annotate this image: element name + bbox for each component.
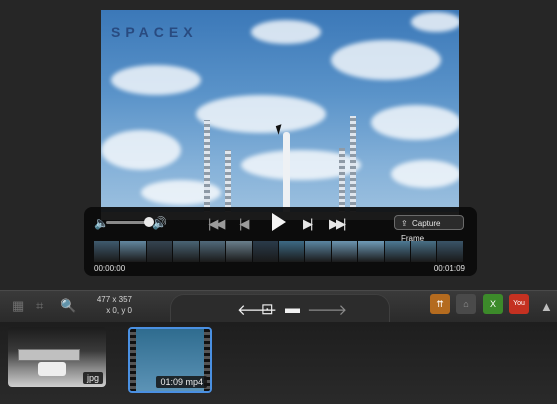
skip-to-start-icon[interactable]: |◀◀ <box>208 216 225 232</box>
volume-max-icon[interactable]: 🔊 <box>152 217 167 229</box>
time-end: 00:01:09 <box>433 264 465 273</box>
cloud <box>111 65 201 95</box>
volume-slider[interactable] <box>106 217 154 227</box>
media-library: jpg 01:09 mp4 <box>0 322 557 404</box>
cloud <box>391 160 459 188</box>
filmstrip-frame[interactable] <box>305 241 331 262</box>
cloud <box>251 20 321 44</box>
download-icon[interactable]: ⊡ <box>261 300 274 318</box>
duration-badge: 01:09 mp4 <box>156 376 207 388</box>
filmstrip-frame[interactable] <box>146 241 173 262</box>
cloud <box>101 130 181 170</box>
launch-tower <box>204 120 210 220</box>
filmstrip-frame[interactable] <box>278 241 305 262</box>
filmstrip-frame[interactable] <box>384 241 411 262</box>
station-panels <box>18 349 80 361</box>
cloud <box>196 95 326 133</box>
filmstrip[interactable] <box>94 241 463 262</box>
excel-icon[interactable]: X <box>483 294 503 314</box>
station-module <box>38 362 66 376</box>
filmstrip-frame[interactable] <box>199 241 226 262</box>
viewer-area: SPACEX 🔈 🔊 |◀◀ |◀ ▶| ▶▶| ⇪ Capture Frame … <box>0 0 557 290</box>
cloud <box>371 105 459 140</box>
playback-controls: 🔈 🔊 |◀◀ |◀ ▶| ▶▶| ⇪ Capture Frame 00:00:0… <box>84 207 477 276</box>
video-preview[interactable]: SPACEX <box>101 10 459 220</box>
filmstrip-frame[interactable] <box>252 241 278 262</box>
filmstrip-frame[interactable] <box>120 241 146 262</box>
grid-icon[interactable]: ▦ <box>12 298 24 314</box>
image-dimensions: 477 x 357 <box>96 295 132 304</box>
spacex-logo: SPACEX <box>111 24 198 40</box>
youtube-icon[interactable]: You <box>509 294 529 314</box>
library-item-video[interactable]: 01:09 mp4 <box>128 327 212 393</box>
step-back-icon[interactable]: |◀ <box>239 216 250 232</box>
filmstrip-frame[interactable] <box>358 241 384 262</box>
share-icon[interactable]: ⇈ <box>430 294 450 314</box>
filmstrip-frame[interactable] <box>437 241 463 262</box>
step-forward-icon[interactable]: ▶| <box>303 216 314 232</box>
folder-icon[interactable]: ▬ <box>285 300 300 317</box>
filmstrip-frame[interactable] <box>331 241 358 262</box>
navigation-hub: 🡐 ⊡ ▬ 🡒 <box>170 294 390 324</box>
filmstrip-frame[interactable] <box>411 241 437 262</box>
inbox-icon[interactable]: ⌂ <box>456 294 476 314</box>
library-item-image[interactable]: jpg <box>8 327 106 387</box>
capture-frame-button[interactable]: ⇪ Capture Frame <box>394 215 464 243</box>
cloud <box>411 12 459 32</box>
launch-tower <box>350 116 356 220</box>
cursor-coordinates: x 0, y 0 <box>106 306 132 315</box>
collapse-arrow-icon[interactable]: ▲ <box>540 299 553 314</box>
skip-to-end-icon[interactable]: ▶▶| <box>329 216 346 232</box>
filmstrip-frame[interactable] <box>94 241 120 262</box>
capture-icon: ⇪ <box>401 219 408 228</box>
filmstrip-frame[interactable] <box>173 241 199 262</box>
time-start: 00:00:00 <box>94 264 126 273</box>
file-type-badge: jpg <box>82 372 103 384</box>
filmstrip-frame[interactable] <box>226 241 252 262</box>
arrow-right-icon[interactable]: 🡒 <box>307 300 347 319</box>
cloud <box>331 40 441 80</box>
toolbar: ▦ ⌗ 🔍 477 x 357 x 0, y 0 🡐 ⊡ ▬ 🡒 ⇈ ⌂ X Y… <box>0 290 557 324</box>
play-icon[interactable] <box>272 213 286 231</box>
crop-icon[interactable]: ⌗ <box>36 298 43 314</box>
